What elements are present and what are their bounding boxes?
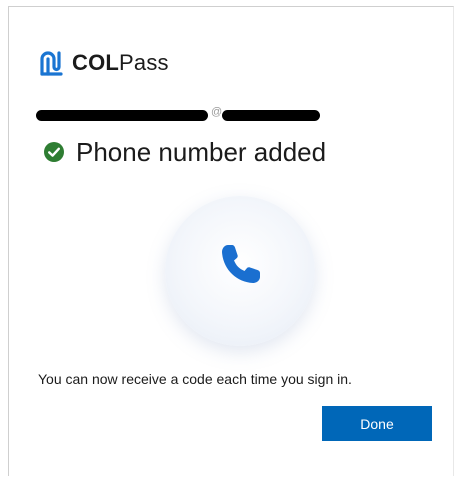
done-button[interactable]: Done <box>322 406 432 441</box>
email-redaction-domain <box>222 110 320 121</box>
brand-name-bold: COL <box>72 50 120 75</box>
page-title: Phone number added <box>76 137 327 167</box>
brand-name-light: Pass <box>119 50 169 75</box>
confirmation-message: You can now receive a code each time you… <box>38 371 352 387</box>
colpass-logo-icon <box>40 51 63 76</box>
email-at-sign: @ <box>211 106 223 118</box>
email-redaction <box>36 110 208 121</box>
phone-icon <box>222 245 260 283</box>
account-email: @ <box>36 104 326 124</box>
check-circle-icon <box>44 142 64 162</box>
brand-name: COLPass <box>72 50 169 76</box>
status-header: Phone number added <box>43 137 326 167</box>
brand-logo: COLPass <box>39 50 169 76</box>
phone-illustration <box>165 196 315 346</box>
